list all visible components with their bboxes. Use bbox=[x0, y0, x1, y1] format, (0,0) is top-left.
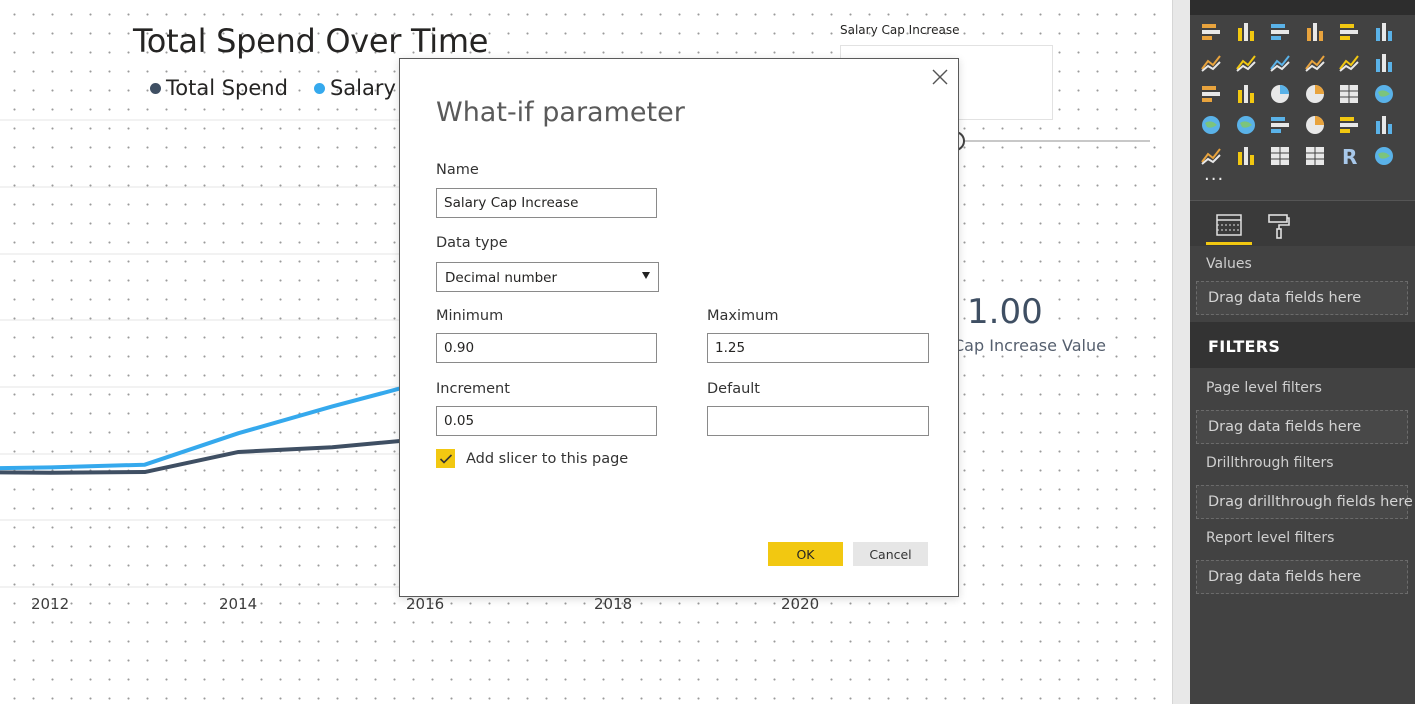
multi-row-card-icon[interactable] bbox=[1372, 113, 1396, 137]
r-visual-icon[interactable]: R bbox=[1337, 144, 1361, 168]
slicer-icon[interactable] bbox=[1234, 144, 1258, 168]
close-button[interactable] bbox=[930, 67, 950, 87]
slicer-track[interactable] bbox=[940, 140, 1150, 142]
pane-tabs bbox=[1190, 200, 1415, 246]
shape-map-icon[interactable] bbox=[1234, 113, 1258, 137]
pane-header-strip bbox=[1190, 0, 1415, 15]
100-stacked-bar-icon[interactable] bbox=[1337, 20, 1361, 44]
svg-text:R: R bbox=[1342, 145, 1357, 168]
map-icon[interactable] bbox=[1372, 82, 1396, 106]
stacked-column-icon[interactable] bbox=[1234, 20, 1258, 44]
ribbon-chart-icon[interactable] bbox=[1372, 51, 1396, 75]
default-label: Default bbox=[707, 381, 760, 397]
legend-item-salary[interactable]: Salary bbox=[313, 76, 396, 100]
values-dropzone[interactable]: Drag data fields here bbox=[1196, 281, 1408, 315]
default-input[interactable] bbox=[707, 406, 929, 436]
paint-roller-icon bbox=[1268, 214, 1290, 239]
drillthrough-dropzone[interactable]: Drag drillthrough fields here bbox=[1196, 485, 1413, 519]
table-icon[interactable] bbox=[1268, 144, 1292, 168]
pie-chart-icon[interactable] bbox=[1268, 82, 1292, 106]
line-column-icon[interactable] bbox=[1303, 51, 1327, 75]
area-chart-icon[interactable] bbox=[1234, 51, 1258, 75]
minimum-input[interactable] bbox=[436, 333, 657, 363]
chart-lines bbox=[0, 386, 400, 475]
gauge-icon[interactable] bbox=[1303, 113, 1327, 137]
legend-label-total-spend: Total Spend bbox=[166, 76, 288, 100]
line-stacked-column-icon[interactable] bbox=[1337, 51, 1361, 75]
tab-format[interactable] bbox=[1256, 207, 1302, 245]
report-filters-dropzone[interactable]: Drag data fields here bbox=[1196, 560, 1408, 594]
slicer-title: Salary Cap Increase bbox=[840, 23, 960, 37]
dialog-title: What-if parameter bbox=[436, 97, 685, 128]
visualization-gallery: R bbox=[1199, 20, 1411, 168]
fields-icon bbox=[1216, 213, 1242, 236]
series-line-salary bbox=[0, 386, 400, 471]
maximum-label: Maximum bbox=[707, 308, 779, 324]
card-label: Cap Increase Value bbox=[953, 336, 1106, 355]
x-tick-2018: 2018 bbox=[594, 595, 633, 613]
ok-button[interactable]: OK bbox=[768, 542, 843, 566]
add-slicer-label: Add slicer to this page bbox=[466, 451, 629, 467]
minimum-label: Minimum bbox=[436, 308, 504, 324]
arcgis-icon[interactable] bbox=[1372, 144, 1396, 168]
checkmark-icon bbox=[439, 453, 452, 464]
x-tick-2014: 2014 bbox=[219, 595, 258, 613]
clustered-bar-icon[interactable] bbox=[1268, 20, 1292, 44]
donut-chart-icon[interactable] bbox=[1303, 82, 1327, 106]
scatter-icon[interactable] bbox=[1234, 82, 1258, 106]
x-tick-2016: 2016 bbox=[406, 595, 445, 613]
tab-fields[interactable] bbox=[1206, 207, 1252, 245]
card-icon[interactable] bbox=[1337, 113, 1361, 137]
stacked-bar-icon[interactable] bbox=[1199, 20, 1223, 44]
what-if-parameter-dialog: What-if parameter Name Data type Decimal… bbox=[399, 58, 959, 597]
canvas-scrollbar[interactable] bbox=[1172, 0, 1190, 704]
filters-title: FILTERS bbox=[1208, 337, 1281, 356]
increment-label: Increment bbox=[436, 381, 510, 397]
legend-marker-total-spend bbox=[150, 82, 161, 94]
maximum-input[interactable] bbox=[707, 333, 929, 363]
drillthrough-filters-label: Drillthrough filters bbox=[1206, 455, 1334, 471]
100-stacked-column-icon[interactable] bbox=[1372, 20, 1396, 44]
filled-map-icon[interactable] bbox=[1199, 113, 1223, 137]
clustered-column-icon[interactable] bbox=[1303, 20, 1327, 44]
more-visuals-button[interactable]: ... bbox=[1204, 164, 1224, 185]
increment-input[interactable] bbox=[436, 406, 657, 436]
dropdown-arrow-icon bbox=[642, 272, 650, 279]
name-label: Name bbox=[436, 162, 479, 178]
report-filters-label: Report level filters bbox=[1206, 530, 1335, 546]
add-slicer-checkbox[interactable] bbox=[436, 449, 455, 468]
page-filters-dropzone[interactable]: Drag data fields here bbox=[1196, 410, 1408, 444]
name-input[interactable] bbox=[436, 188, 657, 218]
stacked-area-icon[interactable] bbox=[1268, 51, 1292, 75]
card-value: 1.00 bbox=[967, 292, 1043, 332]
values-label: Values bbox=[1206, 256, 1252, 272]
waterfall-icon[interactable] bbox=[1199, 82, 1223, 106]
data-type-label: Data type bbox=[436, 235, 508, 251]
cancel-button[interactable]: Cancel bbox=[853, 542, 928, 566]
data-type-select[interactable]: Decimal number bbox=[436, 262, 659, 292]
line-chart-icon[interactable] bbox=[1199, 51, 1223, 75]
data-type-value: Decimal number bbox=[445, 270, 558, 286]
x-tick-2020: 2020 bbox=[781, 595, 820, 613]
x-tick-2012: 2012 bbox=[31, 595, 70, 613]
treemap-icon[interactable] bbox=[1337, 82, 1361, 106]
close-icon bbox=[932, 69, 948, 85]
chart-legend: Total Spend Salary bbox=[150, 76, 396, 100]
legend-marker-salary bbox=[313, 82, 325, 94]
legend-label-salary: Salary bbox=[329, 76, 396, 100]
chart-title: Total Spend Over Time bbox=[133, 22, 489, 60]
page-filters-label: Page level filters bbox=[1206, 380, 1322, 396]
line-chart-plot[interactable] bbox=[0, 110, 400, 590]
visualizations-pane: R ... Values Drag data fields here FILTE… bbox=[1190, 0, 1415, 704]
matrix-icon[interactable] bbox=[1303, 144, 1327, 168]
legend-item-total-spend[interactable]: Total Spend bbox=[150, 76, 288, 100]
funnel-icon[interactable] bbox=[1268, 113, 1292, 137]
chart-gridlines bbox=[0, 119, 400, 588]
filters-header: FILTERS bbox=[1190, 322, 1415, 368]
